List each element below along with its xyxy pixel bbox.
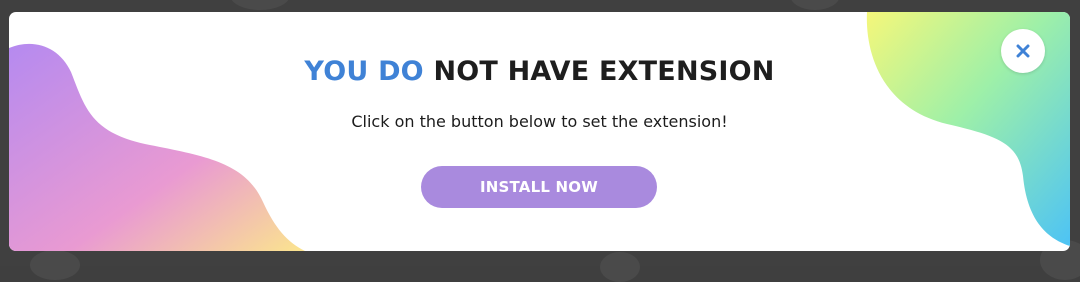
close-button[interactable] xyxy=(1001,29,1045,73)
decorative-blobs xyxy=(9,12,1070,251)
install-now-button[interactable]: INSTALL NOW xyxy=(421,166,657,208)
title-accent: YOU DO xyxy=(304,56,424,87)
close-icon xyxy=(1016,44,1030,58)
modal-title: YOU DO NOT HAVE EXTENSION xyxy=(9,56,1070,87)
modal-subtitle: Click on the button below to set the ext… xyxy=(351,112,728,131)
title-rest: NOT HAVE EXTENSION xyxy=(433,56,775,87)
install-extension-modal: YOU DO NOT HAVE EXTENSION Click on the b… xyxy=(9,12,1070,251)
